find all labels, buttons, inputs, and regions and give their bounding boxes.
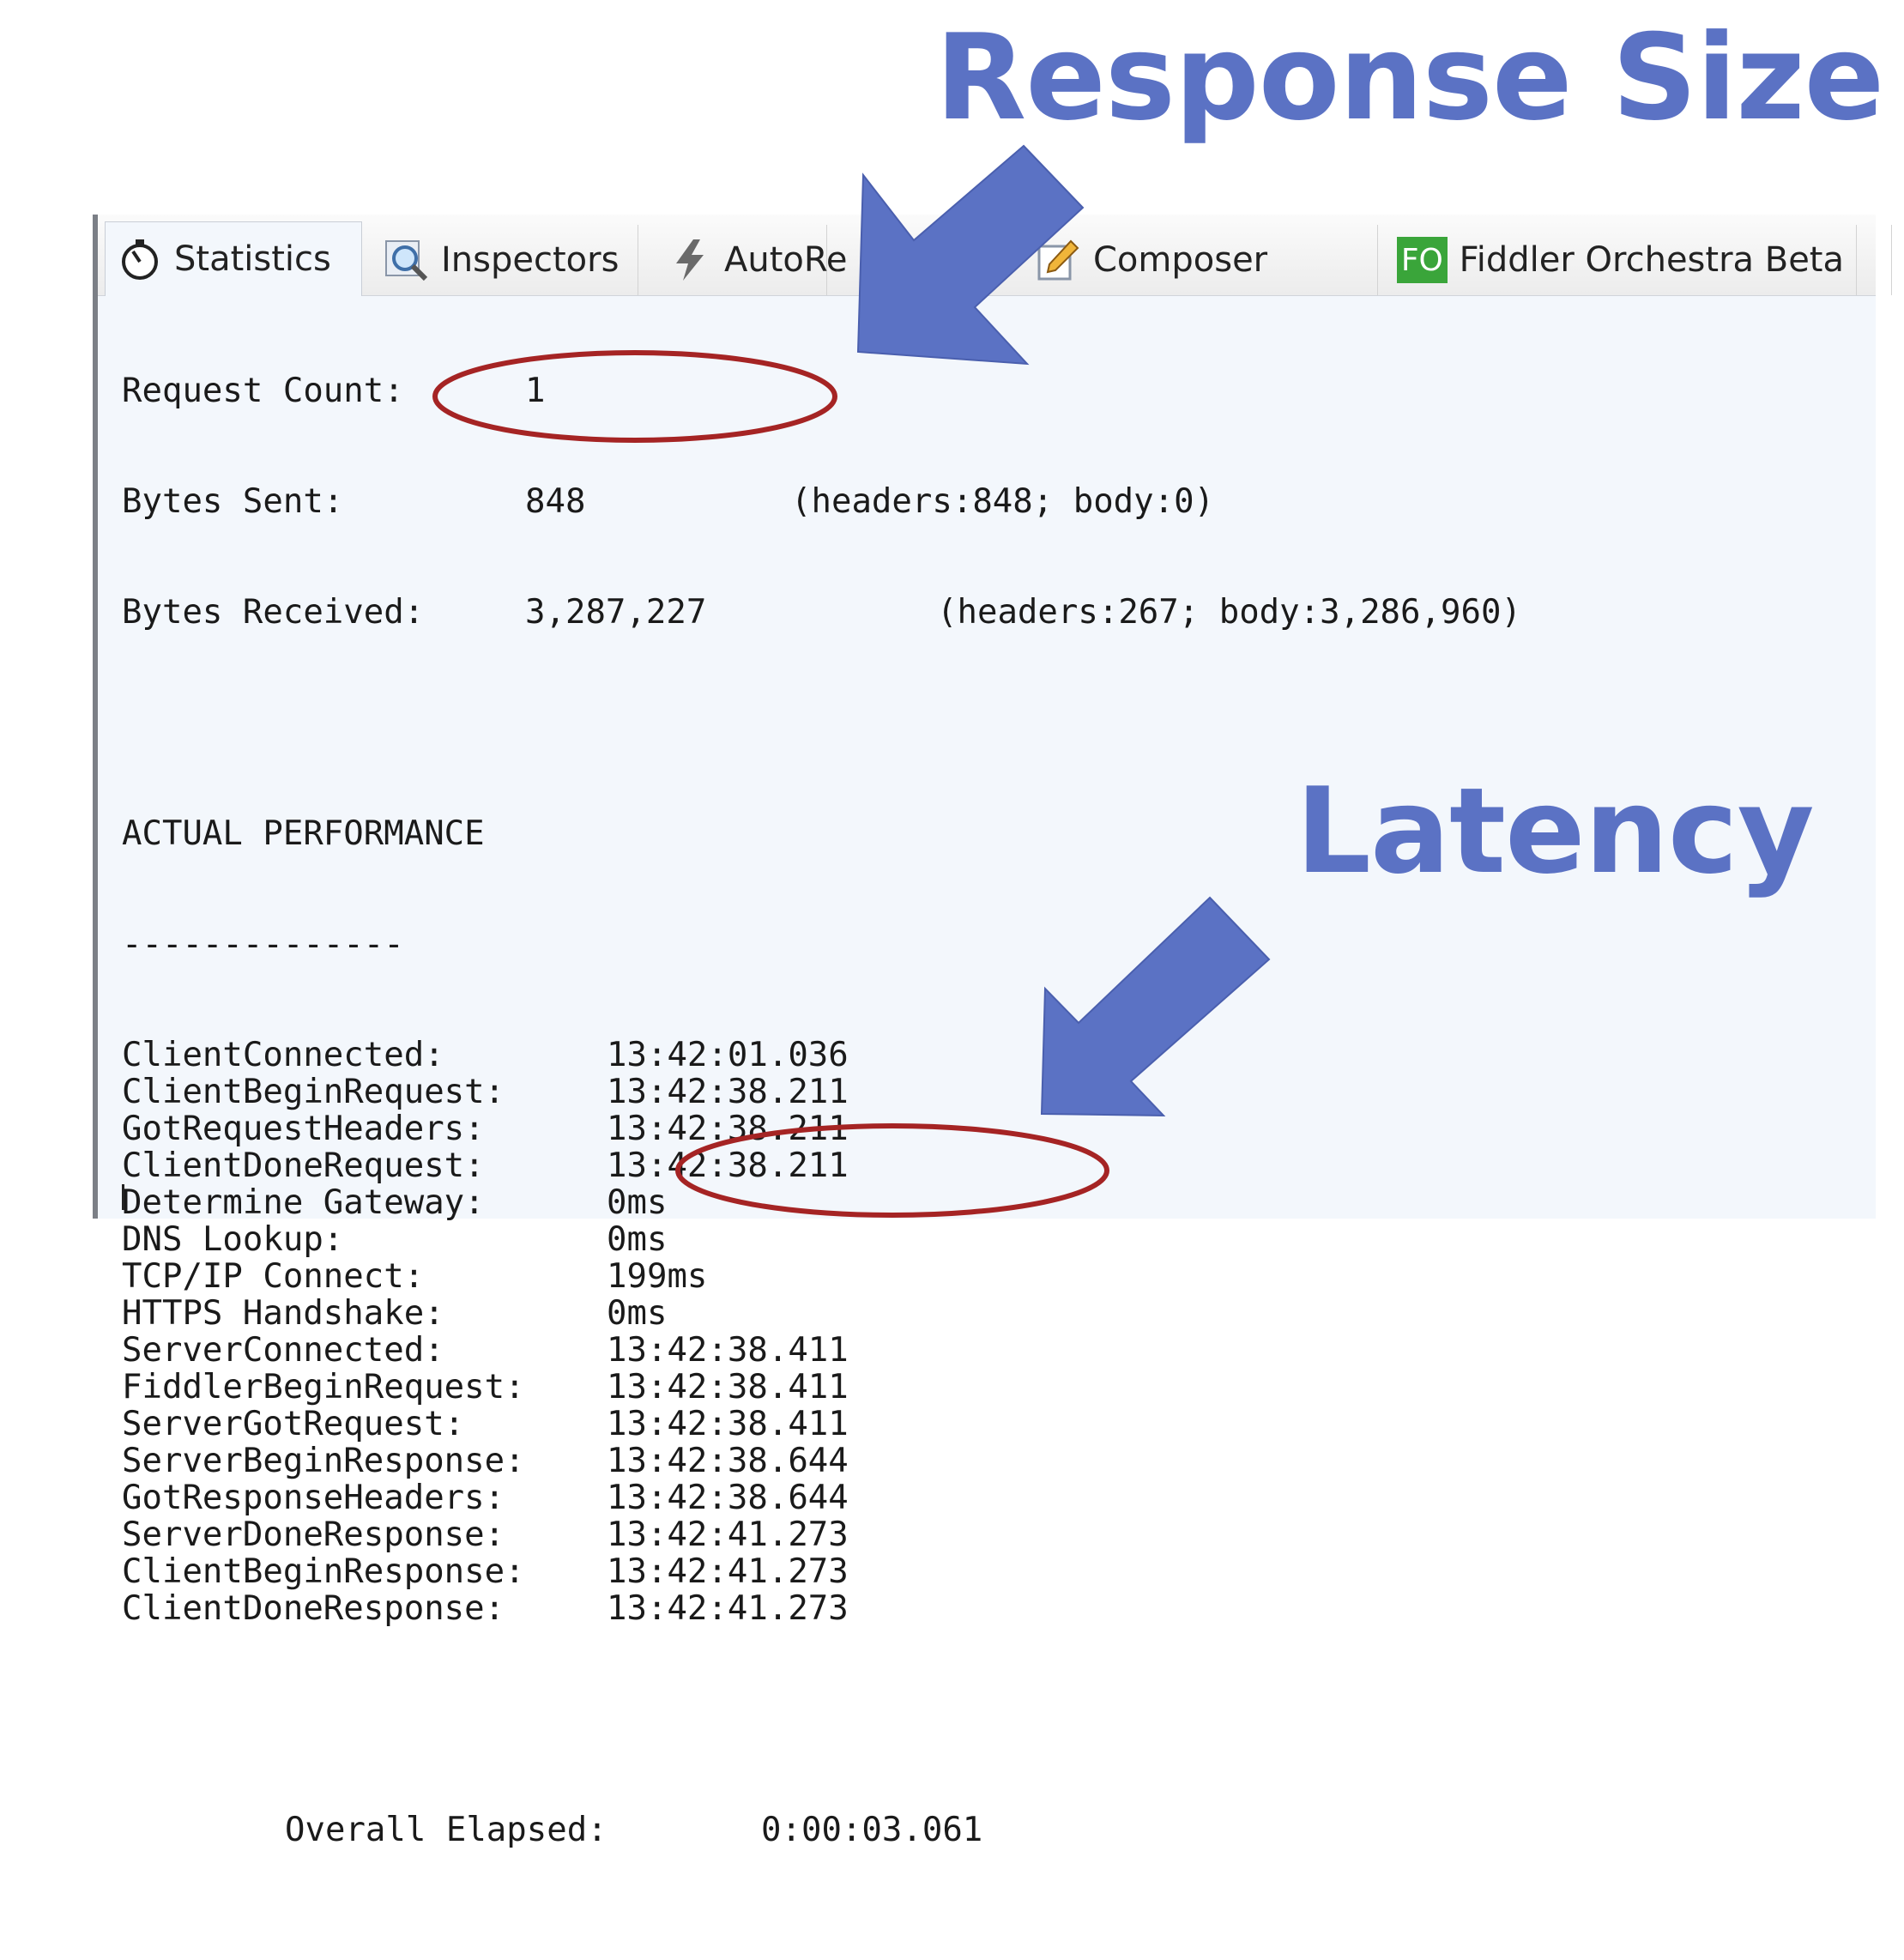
timing-row: ServerGotRequest: 13:42:38.411 bbox=[122, 1406, 849, 1443]
timing-label: ServerDoneResponse: bbox=[122, 1515, 505, 1554]
timing-value: 13:42:41.273 bbox=[607, 1552, 849, 1591]
response-size-arrow-icon bbox=[856, 144, 1085, 366]
timing-row: ServerBeginResponse: 13:42:38.644 bbox=[122, 1443, 849, 1479]
timing-row: ClientDoneResponse: 13:42:41.273 bbox=[122, 1590, 849, 1627]
timing-row: TCP/IP Connect: 199ms bbox=[122, 1258, 707, 1295]
overall-elapsed-row: Overall Elapsed: 0:00:03.061 bbox=[122, 1812, 982, 1848]
annotation-overlay bbox=[432, 144, 1271, 1218]
timing-value: 13:42:38.644 bbox=[607, 1442, 849, 1480]
overall-elapsed-highlight-ellipse bbox=[675, 1123, 1109, 1218]
timing-value: 13:42:38.411 bbox=[607, 1368, 849, 1406]
timing-row: ServerConnected: 13:42:38.411 bbox=[122, 1332, 849, 1369]
timing-label: ServerBeginResponse: bbox=[122, 1442, 525, 1480]
timing-row: ClientBeginResponse: 13:42:41.273 bbox=[122, 1553, 849, 1590]
timing-label: HTTPS Handshake: bbox=[122, 1294, 444, 1333]
timing-value: 0ms bbox=[607, 1294, 668, 1333]
timing-value: 13:42:38.644 bbox=[607, 1479, 849, 1517]
latency-arrow-icon bbox=[1040, 896, 1271, 1117]
timing-label: ClientBeginResponse: bbox=[122, 1552, 525, 1591]
timing-label: ServerGotRequest: bbox=[122, 1405, 465, 1443]
timing-label: TCP/IP Connect: bbox=[122, 1257, 425, 1296]
timing-row: GotResponseHeaders: 13:42:38.644 bbox=[122, 1479, 849, 1516]
timing-value: 199ms bbox=[607, 1257, 708, 1296]
timing-row: FiddlerBeginRequest: 13:42:38.411 bbox=[122, 1369, 849, 1406]
timing-row: ServerDoneResponse: 13:42:41.273 bbox=[122, 1516, 849, 1553]
overall-elapsed-label: Overall Elapsed: bbox=[285, 1811, 607, 1849]
timing-label: ClientDoneResponse: bbox=[122, 1589, 505, 1628]
timing-value: 13:42:41.273 bbox=[607, 1589, 849, 1628]
timing-value: 13:42:41.273 bbox=[607, 1515, 849, 1554]
timing-label: GotResponseHeaders: bbox=[122, 1479, 505, 1517]
timing-label: ServerConnected: bbox=[122, 1331, 444, 1370]
timing-row: HTTPS Handshake: 0ms bbox=[122, 1295, 667, 1332]
timing-label: FiddlerBeginRequest: bbox=[122, 1368, 525, 1406]
overall-elapsed-value: 0:00:03.061 bbox=[761, 1811, 983, 1849]
timing-value: 13:42:38.411 bbox=[607, 1331, 849, 1370]
timing-value: 13:42:38.411 bbox=[607, 1405, 849, 1443]
bytes-received-highlight-ellipse bbox=[432, 350, 837, 443]
